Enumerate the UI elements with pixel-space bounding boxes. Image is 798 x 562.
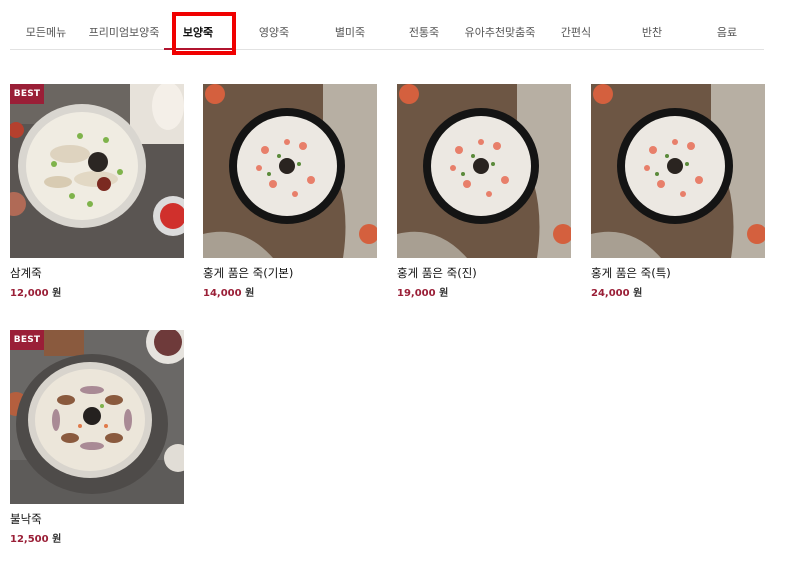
tab-label: 프리미엄보양죽 (88, 26, 160, 39)
price-value: 19,000 (397, 288, 436, 299)
product-name[interactable]: 삼계죽 (10, 265, 42, 281)
product-image[interactable] (203, 84, 377, 258)
price-unit: 원 (245, 288, 255, 299)
tab-side-dish[interactable]: 반찬 (614, 16, 690, 49)
price-value: 12,500 (10, 534, 49, 545)
product-name[interactable]: 불낙죽 (10, 511, 42, 527)
product-price: 24,000 원 (591, 284, 642, 299)
product-card[interactable]: 홍게 품은 죽(진) 19,000 원 (397, 84, 571, 314)
product-name[interactable]: 홍게 품은 죽(기본) (203, 265, 293, 281)
tab-special[interactable]: 별미죽 (312, 16, 388, 49)
tab-boyang[interactable]: 보양죽 (162, 16, 234, 50)
tab-label: 반찬 (641, 26, 663, 39)
tab-label: 음료 (716, 26, 738, 39)
product-image[interactable] (591, 84, 765, 258)
product-price: 14,000 원 (203, 284, 254, 299)
active-tab-indicator (164, 48, 232, 50)
tab-drinks[interactable]: 음료 (690, 16, 764, 49)
price-unit: 원 (439, 288, 449, 299)
tab-kids[interactable]: 유아추천맞춤죽 (460, 16, 540, 49)
price-unit: 원 (52, 534, 62, 545)
tab-nutrition[interactable]: 영양죽 (236, 16, 312, 49)
best-badge: BEST (10, 330, 44, 350)
product-image[interactable]: BEST (10, 84, 184, 258)
price-value: 14,000 (203, 288, 242, 299)
product-card[interactable]: 홍게 품은 죽(기본) 14,000 원 (203, 84, 377, 314)
tab-label: 영양죽 (258, 26, 290, 39)
price-unit: 원 (633, 288, 643, 299)
price-value: 12,000 (10, 288, 49, 299)
best-badge: BEST (10, 84, 44, 104)
bulnak-porridge-photo (10, 330, 184, 504)
product-card[interactable]: BEST 삼계죽 12,000 원 (10, 84, 184, 314)
red-crab-porridge-photo (203, 84, 377, 258)
red-crab-porridge-photo (591, 84, 765, 258)
product-image[interactable]: BEST (10, 330, 184, 504)
price-value: 24,000 (591, 288, 630, 299)
tab-label: 별미죽 (334, 26, 366, 39)
product-card[interactable]: 홍게 품은 죽(특) 24,000 원 (591, 84, 765, 314)
product-image[interactable] (397, 84, 571, 258)
tab-simple-meal[interactable]: 간편식 (540, 16, 612, 49)
product-price: 12,000 원 (10, 284, 61, 299)
product-card[interactable]: BEST 불낙죽 12,500 원 (10, 330, 184, 560)
red-crab-porridge-photo (397, 84, 571, 258)
tab-all-menu[interactable]: 모든메뉴 (10, 16, 82, 49)
menu-page: 모든메뉴 프리미엄보양죽 보양죽 영양죽 별미죽 전통죽 유아추천맞춤죽 간편식… (0, 0, 798, 562)
product-price: 12,500 원 (10, 530, 61, 545)
tab-label: 보양죽 (182, 26, 214, 39)
product-name[interactable]: 홍게 품은 죽(진) (397, 265, 477, 281)
category-tab-bar: 모든메뉴 프리미엄보양죽 보양죽 영양죽 별미죽 전통죽 유아추천맞춤죽 간편식… (10, 16, 764, 50)
price-unit: 원 (52, 288, 62, 299)
tab-label: 모든메뉴 (25, 26, 67, 39)
tab-label: 전통죽 (408, 26, 440, 39)
tab-label: 유아추천맞춤죽 (464, 26, 536, 39)
product-name[interactable]: 홍게 품은 죽(특) (591, 265, 671, 281)
tab-label: 간편식 (560, 26, 592, 39)
tab-traditional[interactable]: 전통죽 (386, 16, 462, 49)
tab-premium-boyang[interactable]: 프리미엄보양죽 (86, 16, 162, 49)
product-price: 19,000 원 (397, 284, 448, 299)
samgye-porridge-photo (10, 84, 184, 258)
